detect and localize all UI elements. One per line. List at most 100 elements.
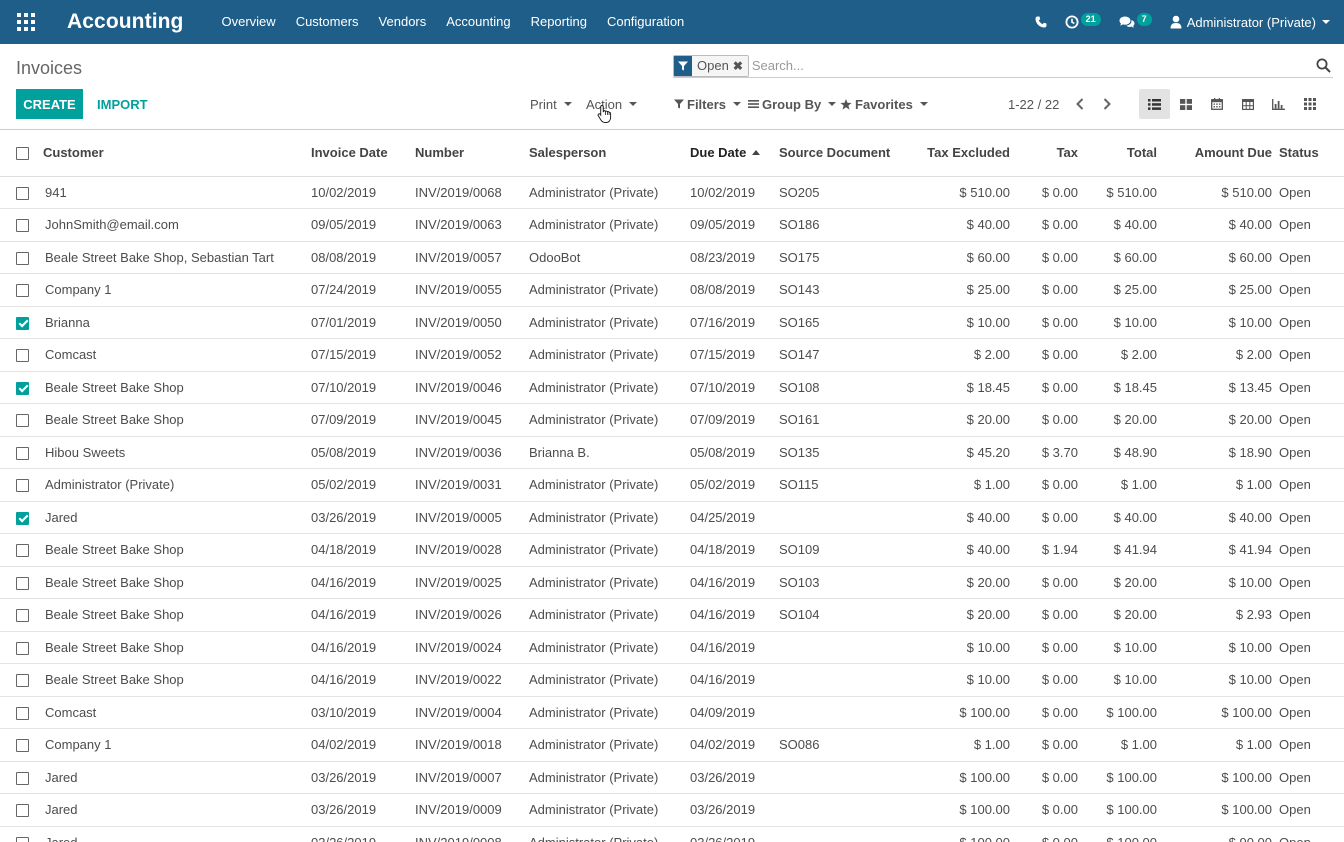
table-row[interactable]: JohnSmith@email.com 09/05/2019 INV/2019/00… <box>0 208 1344 241</box>
close-icon[interactable]: ✖ <box>733 59 745 73</box>
table-row[interactable]: Company 1 04/02/2019 INV/2019/0018 Administ… <box>0 728 1344 761</box>
table-row[interactable]: Administrator (Private) 05/02/2019 INV/201… <box>0 468 1344 501</box>
table-row[interactable]: Hibou Sweets 05/08/2019 INV/2019/0036 Brian… <box>0 435 1344 469</box>
print-dropdown[interactable]: Print <box>530 89 572 119</box>
cell-invoice-date: 07/10/2019 <box>311 370 415 404</box>
column-number[interactable]: Number <box>415 130 529 177</box>
user-menu[interactable]: Administrator (Private) <box>1161 0 1344 44</box>
calendar-view-button[interactable] <box>1201 89 1232 119</box>
filter-icon <box>674 55 692 76</box>
table-row[interactable]: Beale Street Bake Shop 04/16/2019 INV/2019… <box>0 630 1344 664</box>
menu-overview[interactable]: Overview <box>212 0 286 44</box>
cell-customer: Jared <box>43 500 311 534</box>
column-source-document[interactable]: Source Document <box>779 130 890 177</box>
cell-number: INV/2019/0008 <box>415 825 529 842</box>
row-checkbox[interactable] <box>16 609 29 623</box>
table-row[interactable]: Beale Street Bake Shop, Sebastian Tart 08… <box>0 240 1344 274</box>
row-checkbox[interactable] <box>16 511 29 525</box>
import-button[interactable]: IMPORT <box>89 89 156 119</box>
cell-customer: Beale Street Bake Shop <box>43 370 311 404</box>
row-checkbox[interactable] <box>16 479 29 493</box>
column-invoice-date[interactable]: Invoice Date <box>311 130 415 177</box>
column-customer[interactable]: Customer <box>43 130 311 177</box>
table-row[interactable]: Brianna 07/01/2019 INV/2019/0050 Administra… <box>0 305 1344 339</box>
cell-number: INV/2019/0007 <box>415 760 529 794</box>
row-checkbox[interactable] <box>16 674 29 688</box>
table-row[interactable]: Jared03/26/2019INV/2019/0008Administrato… <box>0 825 1344 842</box>
column-status[interactable]: Status <box>1272 130 1344 177</box>
table-row[interactable]: 941 10/02/2019 INV/2019/0068 Administrator … <box>0 176 1344 209</box>
row-checkbox[interactable] <box>16 576 29 590</box>
cell-customer: 941 <box>45 184 67 200</box>
table-row[interactable]: Beale Street Bake Shop 04/18/2019 INV/2019… <box>0 533 1344 566</box>
list-view-button[interactable] <box>1139 89 1170 119</box>
table-row[interactable]: Jared 03/26/2019 INV/2019/0005 Administrato… <box>0 500 1344 534</box>
row-checkbox[interactable] <box>16 771 29 785</box>
menu-accounting[interactable]: Accounting <box>436 0 520 44</box>
cell-total: $ 10.00 <box>1078 305 1157 339</box>
pivot-view-button[interactable] <box>1232 89 1263 119</box>
cell-tax: $ 1.94 <box>1010 533 1078 566</box>
table-row[interactable]: Comcast 03/10/2019 INV/2019/0004 Administra… <box>0 695 1344 729</box>
grid-view-button[interactable] <box>1294 89 1325 119</box>
app-title[interactable]: Accounting <box>67 10 184 34</box>
row-checkbox[interactable] <box>16 381 29 395</box>
table-row[interactable]: Beale Street Bake Shop 04/16/2019 INV/2019… <box>0 663 1344 696</box>
table-row[interactable]: Beale Street Bake Shop 07/09/2019 INV/2019… <box>0 403 1344 436</box>
row-checkbox[interactable] <box>16 804 29 818</box>
cell-invoice-date: 04/16/2019 <box>311 630 415 664</box>
table-row[interactable]: Beale Street Bake Shop 04/16/2019 INV/2019… <box>0 565 1344 599</box>
kanban-view-button[interactable] <box>1170 89 1201 119</box>
favorites-dropdown[interactable]: Favorites <box>840 89 928 119</box>
row-checkbox[interactable] <box>16 446 29 460</box>
column-salesperson[interactable]: Salesperson <box>529 130 690 177</box>
table-row[interactable]: Comcast 07/15/2019 INV/2019/0052 Administra… <box>0 338 1344 371</box>
cell-status: Open <box>1272 273 1344 306</box>
select-all-checkbox[interactable] <box>16 147 29 161</box>
search-icon[interactable] <box>1316 58 1331 76</box>
row-select-cell <box>0 630 43 664</box>
phone-button[interactable] <box>1026 0 1056 44</box>
menu-reporting[interactable]: Reporting <box>521 0 597 44</box>
row-checkbox[interactable] <box>16 219 29 233</box>
row-checkbox[interactable] <box>16 316 29 330</box>
table-row[interactable]: Beale Street Bake Shop 07/10/2019 INV/2019… <box>0 370 1344 404</box>
messaging-button[interactable]: 7 <box>1110 0 1161 44</box>
menu-vendors[interactable]: Vendors <box>369 0 437 44</box>
graph-view-button[interactable] <box>1263 89 1294 119</box>
column-tax[interactable]: Tax <box>1010 130 1078 177</box>
column-total[interactable]: Total <box>1078 130 1157 177</box>
table-row[interactable]: Jared 03/26/2019 INV/2019/0009 Administrato… <box>0 793 1344 826</box>
cell-tax: $ 0.00 <box>1010 598 1078 631</box>
pager-previous-button[interactable] <box>1068 89 1092 119</box>
row-checkbox[interactable] <box>16 837 29 842</box>
activity-button[interactable]: 21 <box>1056 0 1110 44</box>
pager-next-button[interactable] <box>1095 89 1119 119</box>
pager-value[interactable]: 1-22 / 22 <box>1008 89 1059 119</box>
row-checkbox[interactable] <box>16 739 29 753</box>
column-tax-excluded[interactable]: Tax Excluded <box>874 130 1010 177</box>
action-dropdown[interactable]: Action <box>586 89 638 119</box>
cell-due-date: 03/26/2019 <box>690 793 779 826</box>
row-checkbox[interactable] <box>16 186 29 200</box>
apps-menu-icon[interactable] <box>0 0 52 44</box>
page-title[interactable]: Invoices <box>16 58 82 79</box>
row-checkbox[interactable] <box>16 414 29 428</box>
row-checkbox[interactable] <box>16 544 29 558</box>
menu-customers[interactable]: Customers <box>286 0 369 44</box>
table-row[interactable]: Beale Street Bake Shop 04/16/2019 INV/2019… <box>0 598 1344 631</box>
table-row[interactable]: Jared 03/26/2019 INV/2019/0007 Administrato… <box>0 760 1344 794</box>
column-due-date[interactable]: Due Date <box>690 130 779 177</box>
row-checkbox[interactable] <box>16 284 29 298</box>
row-checkbox[interactable] <box>16 706 29 720</box>
filters-dropdown[interactable]: Filters <box>674 89 742 119</box>
column-amount-due[interactable]: Amount Due <box>1157 130 1272 177</box>
search-input[interactable] <box>751 58 1292 73</box>
row-checkbox[interactable] <box>16 251 29 265</box>
groupby-dropdown[interactable]: Group By <box>748 89 837 119</box>
create-button[interactable]: CREATE <box>16 89 83 119</box>
menu-configuration[interactable]: Configuration <box>597 0 694 44</box>
table-row[interactable]: Company 1 07/24/2019 INV/2019/0055 Administ… <box>0 273 1344 306</box>
row-checkbox[interactable] <box>16 641 29 655</box>
row-checkbox[interactable] <box>16 349 29 363</box>
